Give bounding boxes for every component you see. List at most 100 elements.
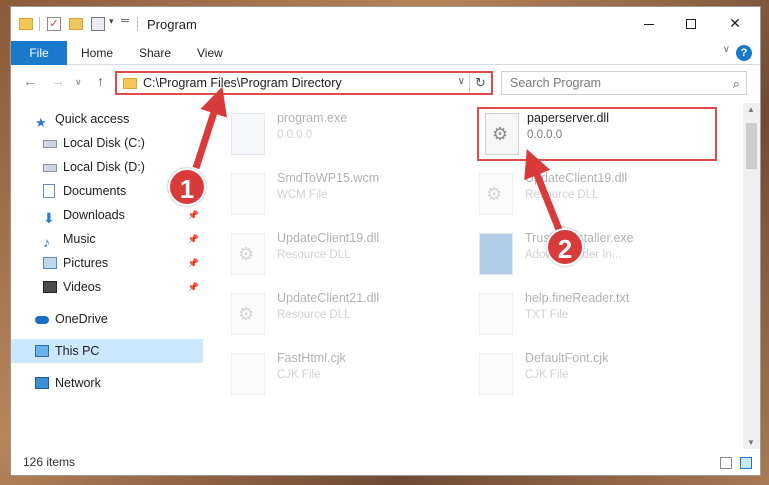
tab-view[interactable]: View (197, 41, 223, 65)
documents-icon (43, 184, 55, 198)
close-button[interactable]: ✕ (718, 11, 752, 35)
sidebar-item-network[interactable]: Network (11, 371, 203, 395)
download-icon: ⬇ (43, 210, 55, 226)
refresh-button[interactable]: ↻ (469, 73, 491, 93)
file-name: help.fineReader.txt (525, 291, 630, 305)
back-button[interactable]: ← (23, 73, 37, 89)
address-path[interactable]: C:\Program Files\Program Directory (143, 76, 342, 90)
scroll-up-icon[interactable]: ▲ (747, 105, 755, 114)
scroll-down-icon[interactable]: ▼ (747, 438, 755, 447)
file-item-program-exe[interactable]: program.exe 0.0.0.0 (211, 107, 451, 161)
computer-icon (35, 345, 49, 357)
navigation-pane: ★ Quick access Local Disk (C:) Local Dis… (11, 103, 207, 449)
address-dropdown-icon[interactable]: ∨ (458, 76, 465, 87)
maximize-button[interactable] (674, 11, 708, 35)
pin-icon[interactable]: 📌 (188, 227, 199, 251)
tab-file[interactable]: File (11, 41, 67, 65)
file-type: Resource DLL (277, 309, 351, 321)
file-item-paperserver-dll[interactable]: ⚙ paperserver.dll 0.0.0.0 (477, 107, 717, 161)
new-folder-icon[interactable] (69, 18, 83, 30)
file-item[interactable]: help.fineReader.txt TXT File (459, 287, 699, 341)
pin-icon[interactable]: 📌 (188, 275, 199, 299)
sidebar-item-label: OneDrive (55, 312, 108, 326)
item-count: 126 items (23, 455, 76, 469)
file-name: SmdToWP15.wcm (277, 171, 380, 185)
details-view-icon[interactable] (720, 457, 732, 469)
network-icon (35, 377, 49, 389)
sidebar-item-local-disk-c[interactable]: Local Disk (C:) (11, 131, 203, 155)
file-item[interactable]: ⚙ UpdateClient19.dll Resource DLL (459, 167, 699, 221)
sidebar-item-label: Documents (63, 184, 127, 198)
gear-icon: ⚙ (238, 304, 255, 324)
pictures-icon (43, 257, 57, 269)
window-title: Program (147, 17, 197, 32)
tab-home[interactable]: Home (81, 41, 113, 65)
pin-icon[interactable]: 📌 (188, 203, 199, 227)
videos-icon (43, 281, 57, 293)
music-icon: ♪ (43, 234, 50, 250)
search-box[interactable]: Search Program ⌕ (501, 71, 747, 95)
address-bar[interactable]: C:\Program Files\Program Directory ∨ ↻ (115, 71, 493, 95)
search-input[interactable]: Search Program (510, 76, 601, 90)
separator (137, 17, 138, 31)
up-button[interactable]: ↑ (97, 73, 104, 89)
sidebar-item-label: Local Disk (D:) (63, 160, 145, 174)
file-item[interactable]: ⚙ UpdateClient19.dll Resource DLL (211, 227, 451, 281)
separator (39, 17, 40, 31)
properties-check-icon[interactable]: ✓ (47, 17, 61, 31)
file-type: Resource DLL (277, 249, 351, 261)
ribbon-tabs: File Home Share View ∨ ? (11, 41, 760, 65)
scroll-thumb[interactable] (746, 123, 757, 169)
sidebar-item-music[interactable]: ♪ Music 📌 (11, 227, 203, 251)
navigation-bar: ← → ∨ ↑ C:\Program Files\Program Directo… (11, 65, 760, 99)
sidebar-item-downloads[interactable]: ⬇ Downloads 📌 (11, 203, 203, 227)
recent-locations-button[interactable]: ∨ (75, 77, 82, 88)
file-name: paperserver.dll (527, 111, 609, 125)
file-list: program.exe 0.0.0.0 ⚙ paperserver.dll 0.… (211, 103, 741, 449)
sidebar-item-label: Network (55, 376, 101, 390)
dll-icon: ⚙ (479, 173, 513, 215)
drive-icon (43, 140, 57, 148)
file-version: 0.0.0.0 (527, 129, 563, 141)
file-type: CJK File (525, 369, 569, 381)
file-icon (231, 173, 265, 215)
sidebar-item-this-pc[interactable]: This PC (11, 339, 203, 363)
sidebar-item-label: Downloads (63, 208, 125, 222)
properties-icon[interactable] (91, 17, 105, 31)
minimize-button[interactable] (632, 11, 666, 35)
large-icons-view-icon[interactable] (740, 457, 752, 469)
help-icon[interactable]: ? (736, 45, 752, 61)
sidebar-item-label: This PC (55, 344, 100, 358)
sidebar-item-pictures[interactable]: Pictures 📌 (11, 251, 203, 275)
vertical-scrollbar[interactable]: ▲ ▼ (743, 103, 760, 449)
dll-icon: ⚙ (231, 233, 265, 275)
customize-quick-access-icon[interactable]: ▾ (109, 16, 114, 34)
tab-share[interactable]: Share (139, 41, 171, 65)
file-item[interactable]: SmdToWP15.wcm WCM File (211, 167, 451, 221)
file-item[interactable]: ⚙ UpdateClient21.dll Resource DLL (211, 287, 451, 341)
expand-ribbon-icon[interactable]: ∨ (723, 44, 730, 55)
file-type: WCM File (277, 189, 328, 201)
search-icon[interactable]: ⌕ (733, 76, 740, 92)
sidebar-item-videos[interactable]: Videos 📌 (11, 275, 203, 299)
pin-icon[interactable]: 📌 (188, 251, 199, 275)
pin-icon[interactable]: ═ (121, 15, 129, 33)
gear-icon: ⚙ (492, 124, 509, 144)
file-name: DefaultFont.cjk (525, 351, 609, 365)
dll-icon: ⚙ (485, 113, 519, 155)
forward-button[interactable]: → (51, 73, 65, 89)
minimize-icon (644, 23, 654, 25)
file-item[interactable]: FastHtml.cjk CJK File (211, 347, 451, 401)
folder-icon[interactable] (19, 18, 33, 30)
sidebar-item-quick-access[interactable]: ★ Quick access (11, 107, 203, 131)
file-name: FastHtml.cjk (277, 351, 346, 365)
explorer-window: ✓ ▾ ═ Program ✕ File Home Share View ∨ ?… (10, 6, 761, 476)
file-version: 0.0.0.0 (277, 129, 313, 141)
dll-icon: ⚙ (231, 293, 265, 335)
file-type: CJK File (277, 369, 321, 381)
file-item[interactable]: DefaultFont.cjk CJK File (459, 347, 699, 401)
file-name: UpdateClient19.dll (277, 231, 380, 245)
title-bar: ✓ ▾ ═ Program ✕ (11, 7, 760, 41)
file-name: UpdateClient21.dll (277, 291, 380, 305)
sidebar-item-onedrive[interactable]: OneDrive (11, 307, 203, 331)
